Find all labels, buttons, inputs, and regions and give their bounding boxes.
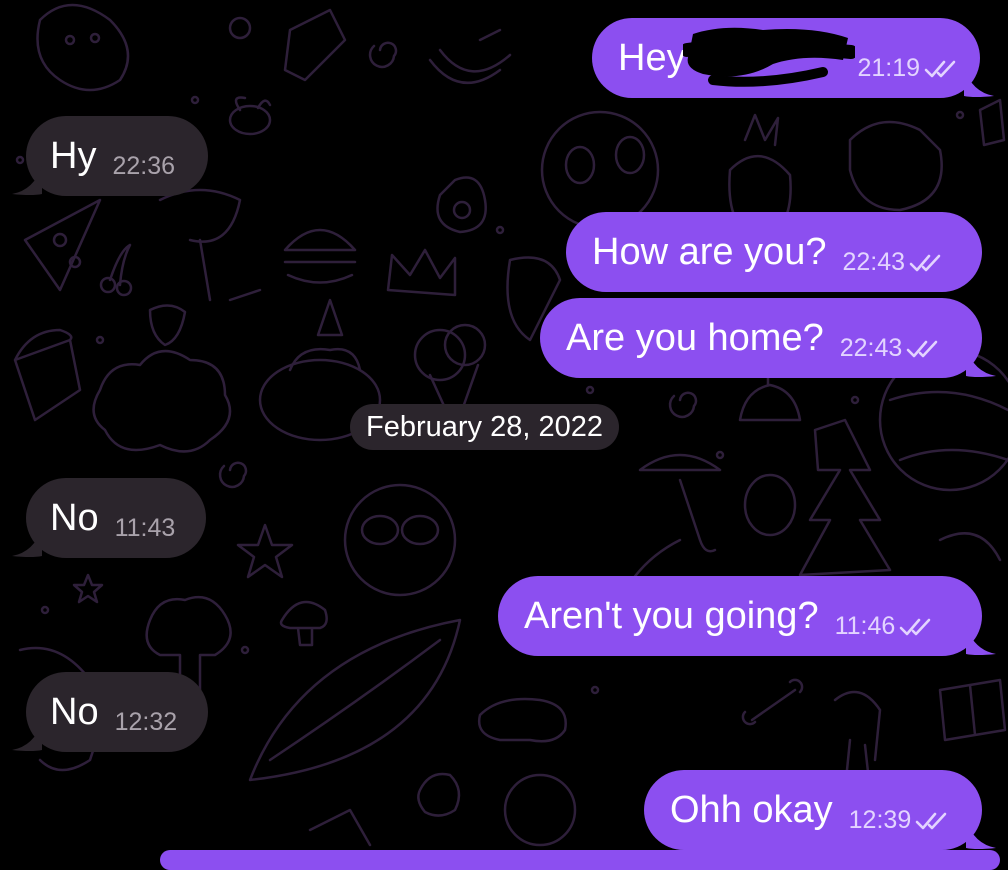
message-meta: 22:43 xyxy=(840,316,941,361)
bubble-tail xyxy=(12,722,42,751)
double-check-icon xyxy=(909,254,941,271)
message-meta: 11:46 xyxy=(835,594,934,639)
message-text: Ohh okay xyxy=(670,789,833,831)
message-meta: 11:43 xyxy=(115,496,176,541)
message-text: No xyxy=(50,497,99,539)
message-time: 21:19 xyxy=(857,53,920,82)
message-time: 11:46 xyxy=(834,611,896,640)
bubble-tail xyxy=(12,166,42,195)
message-text: Hey xyxy=(618,37,686,79)
message-time: 22:43 xyxy=(842,247,906,276)
double-check-icon xyxy=(924,60,956,77)
date-divider: February 28, 2022 xyxy=(350,404,619,450)
double-check-icon xyxy=(906,340,938,357)
message-text: Hy xyxy=(50,135,97,177)
redaction-scribble xyxy=(683,27,855,87)
bubble-tail xyxy=(12,528,42,557)
bubble-tail xyxy=(966,820,996,849)
message-time: 22:36 xyxy=(112,151,176,180)
message-text: Are you home? xyxy=(566,317,824,359)
message-text: Aren't you going? xyxy=(524,595,819,637)
message-time: 12:39 xyxy=(848,805,912,834)
message-bubble-incoming[interactable]: Hy 22:36 xyxy=(12,116,208,196)
double-check-icon xyxy=(915,812,947,829)
double-check-icon xyxy=(899,618,931,635)
bubble-tail xyxy=(966,626,996,655)
message-meta: 12:32 xyxy=(115,690,178,735)
message-bubble-outgoing[interactable]: Aren't you going? 11:46 xyxy=(498,576,996,656)
message-bubble-outgoing[interactable]: Are you home? 22:43 xyxy=(540,298,996,378)
bubble-tail xyxy=(966,348,996,377)
message-meta: 12:39 xyxy=(849,788,950,833)
message-time: 22:43 xyxy=(839,333,903,362)
message-meta: 21:19 xyxy=(857,36,958,81)
message-bubble-outgoing[interactable]: How are you? 22:43 xyxy=(566,212,982,292)
message-meta: 22:43 xyxy=(842,230,943,275)
message-text: How are you? xyxy=(592,231,827,273)
message-bubble-incoming[interactable]: No 12:32 xyxy=(12,672,208,752)
message-bubble-outgoing-partial[interactable] xyxy=(160,850,1000,870)
message-time: 11:43 xyxy=(114,513,176,542)
message-bubble-incoming[interactable]: No 11:43 xyxy=(12,478,206,558)
message-time: 12:32 xyxy=(114,707,178,736)
message-text: No xyxy=(50,691,99,733)
message-meta: 22:36 xyxy=(112,134,175,179)
bubble-tail xyxy=(964,68,994,97)
message-bubble-outgoing[interactable]: Ohh okay 12:39 xyxy=(644,770,996,850)
